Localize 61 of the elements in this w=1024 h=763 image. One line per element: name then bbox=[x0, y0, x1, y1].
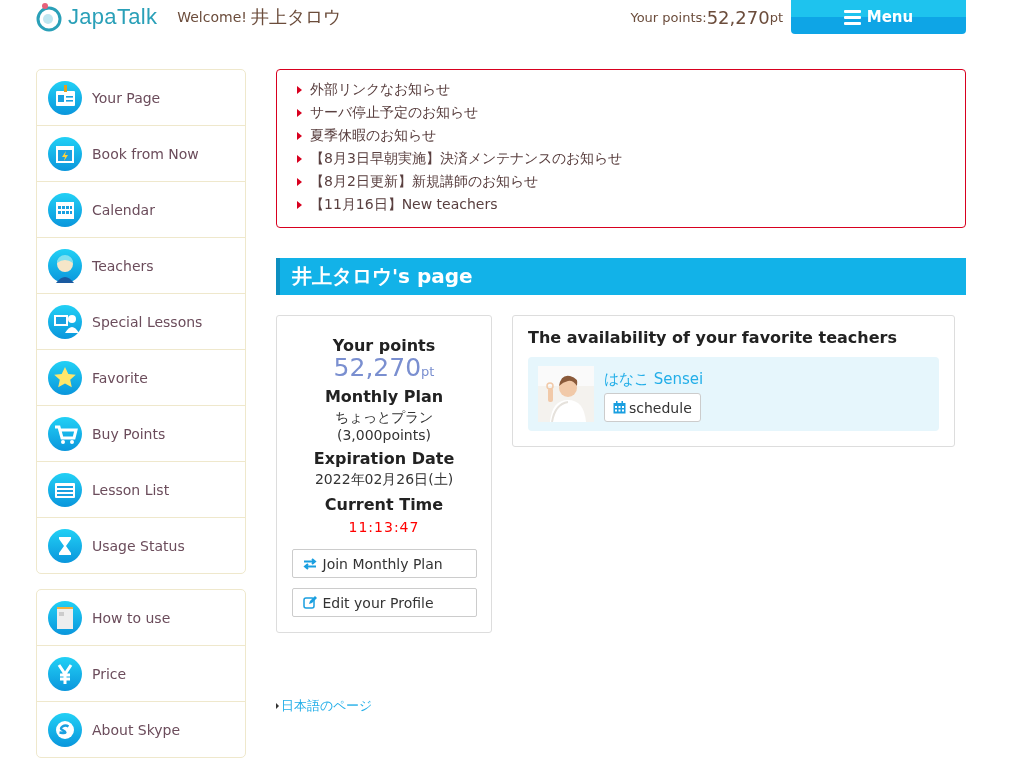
points-value: 52,270 bbox=[706, 6, 770, 28]
expiration-heading: Expiration Date bbox=[313, 449, 455, 468]
document-icon bbox=[48, 600, 82, 635]
points-unit: pt bbox=[769, 9, 783, 25]
sidebar-item[interactable]: How to use bbox=[37, 590, 245, 645]
time-heading: Current Time bbox=[324, 495, 444, 514]
calendar-icon bbox=[613, 401, 626, 414]
calendar-icon bbox=[48, 192, 82, 227]
calendar-lightning-icon bbox=[48, 136, 82, 171]
bullet-icon bbox=[297, 132, 302, 140]
edit-profile-button[interactable]: Edit your Profile bbox=[291, 588, 477, 617]
bullet-icon bbox=[297, 178, 302, 186]
bullet-icon bbox=[276, 703, 279, 709]
expiration-date: 2022年02月26日(土) bbox=[314, 471, 454, 489]
plan-name: ちょっとプラン bbox=[335, 409, 433, 427]
hourglass-icon bbox=[48, 528, 82, 563]
notice-link[interactable]: 【8月3日早朝実施】決済メンテナンスのお知らせ bbox=[310, 150, 622, 168]
notice-link[interactable]: 【11月16日】New teachers bbox=[310, 196, 498, 214]
points-value: 52,270 bbox=[333, 353, 422, 382]
bullet-icon bbox=[297, 201, 302, 209]
sidebar-item[interactable]: Lesson List bbox=[37, 461, 245, 517]
notice-link[interactable]: 夏季休暇のお知らせ bbox=[310, 127, 436, 145]
sidebar-item[interactable]: Teachers bbox=[37, 237, 245, 293]
favorites-title: The availability of your favorite teachers bbox=[528, 328, 898, 347]
id-card-icon bbox=[48, 80, 82, 115]
welcome-label: Welcome! bbox=[177, 9, 247, 25]
sidebar-item[interactable]: Usage Status bbox=[37, 517, 245, 573]
person-icon bbox=[48, 248, 82, 283]
notice-link[interactable]: 外部リンクなお知らせ bbox=[310, 81, 450, 99]
schedule-button[interactable]: schedule bbox=[604, 393, 701, 422]
exchange-icon bbox=[302, 557, 317, 570]
cart-icon bbox=[48, 416, 82, 451]
bullet-icon bbox=[297, 86, 302, 94]
sidebar-item[interactable]: About Skype bbox=[37, 701, 245, 757]
current-time: 11:13:47 bbox=[348, 519, 420, 535]
page-title: 井上タロウ's page bbox=[276, 258, 966, 295]
bullet-icon bbox=[297, 155, 302, 163]
sidebar-item[interactable]: Special Lessons bbox=[37, 293, 245, 349]
plan-points: (3,000points) bbox=[337, 427, 431, 443]
skype-icon bbox=[48, 712, 82, 747]
list-icon bbox=[48, 472, 82, 507]
logo-icon bbox=[36, 2, 62, 32]
sidebar-item[interactable]: Book from Now bbox=[37, 125, 245, 181]
sidebar-item[interactable]: Buy Points bbox=[37, 405, 245, 461]
sidebar-item[interactable]: Calendar bbox=[37, 181, 245, 237]
sidebar-item[interactable]: Favorite bbox=[37, 349, 245, 405]
notice-link[interactable]: サーバ停止予定のお知らせ bbox=[310, 104, 478, 122]
notice-link[interactable]: 【8月2日更新】新規講師のお知らせ bbox=[310, 173, 538, 191]
presentation-icon bbox=[48, 304, 82, 339]
sidebar-item[interactable]: Your Page bbox=[37, 70, 245, 125]
plan-heading: Monthly Plan bbox=[324, 387, 444, 406]
edit-icon bbox=[302, 596, 317, 609]
points-heading: Your points bbox=[332, 336, 436, 355]
points-unit: pt bbox=[421, 364, 435, 379]
sidebar-item[interactable]: Price bbox=[37, 645, 245, 701]
yen-icon bbox=[48, 656, 82, 691]
bullet-icon bbox=[297, 109, 302, 117]
user-name: 井上タロウ bbox=[250, 5, 341, 29]
join-plan-button[interactable]: Join Monthly Plan bbox=[291, 549, 477, 578]
points-label: Your points: bbox=[630, 9, 707, 25]
menu-icon bbox=[843, 9, 861, 25]
